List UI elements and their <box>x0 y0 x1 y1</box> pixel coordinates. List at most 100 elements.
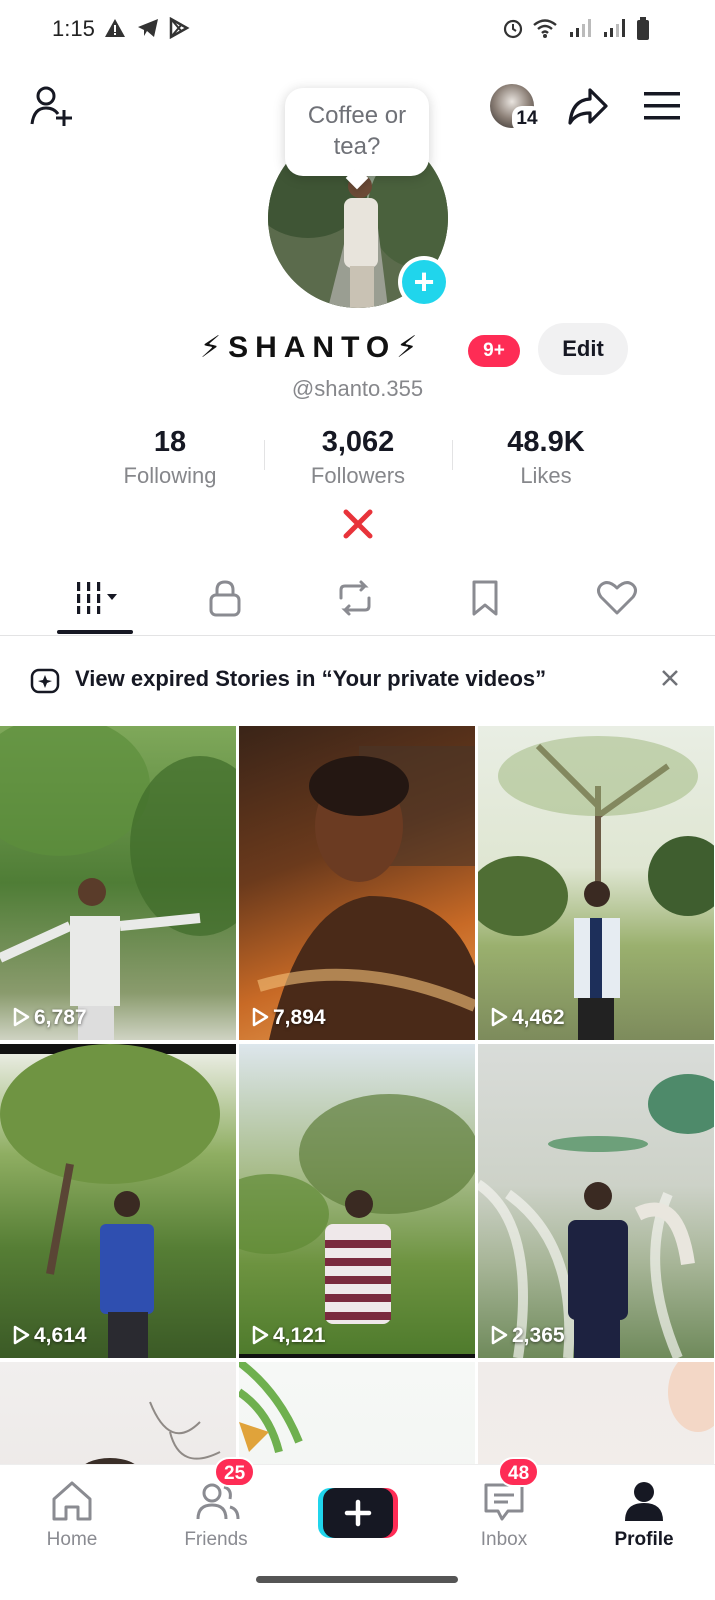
play-icon <box>13 1007 30 1027</box>
video-thumbnail[interactable] <box>0 1362 236 1466</box>
tab-private[interactable] <box>175 560 275 636</box>
note-bubble[interactable]: Coffee or tea? <box>285 88 429 176</box>
alarm-icon <box>503 19 523 39</box>
tab-liked[interactable] <box>565 560 665 636</box>
video-image <box>257 746 475 1040</box>
telegram-icon <box>138 19 158 37</box>
likes-label: Likes <box>520 463 572 488</box>
friends-count-badge: 14 <box>512 106 542 132</box>
view-count-value: 6,787 <box>34 1006 87 1029</box>
stat-following[interactable]: 18 Following <box>80 426 260 489</box>
video-thumbnail[interactable]: 4,614 <box>0 1044 236 1358</box>
stat-followers[interactable]: 3,062 Followers <box>268 426 448 489</box>
status-time: 1:15 <box>52 16 95 41</box>
profile-tabs <box>0 560 715 636</box>
likes-count: 48.9K <box>507 426 585 458</box>
tab-videos[interactable] <box>45 560 145 636</box>
video-image <box>478 1074 714 1358</box>
signal-icon-2 <box>604 19 625 37</box>
home-icon <box>52 1481 92 1521</box>
share-icon[interactable] <box>566 86 610 131</box>
nav-profile-label: Profile <box>614 1529 674 1550</box>
edit-profile-button[interactable]: Edit <box>538 323 628 375</box>
status-bar: 1:15 <box>0 0 715 58</box>
add-story-button[interactable]: + <box>398 256 450 308</box>
friends-avatar-button[interactable]: 14 <box>490 84 542 132</box>
followers-count: 3,062 <box>321 426 395 458</box>
video-image <box>478 736 714 1040</box>
bookmark-icon <box>472 580 498 616</box>
play-icon <box>252 1007 269 1027</box>
view-count-value: 4,121 <box>273 1324 326 1347</box>
battery-icon <box>637 17 649 40</box>
view-count: 2,365 <box>490 1324 565 1348</box>
video-thumbnail[interactable]: 7,894 <box>239 726 475 1040</box>
video-image <box>668 1362 714 1432</box>
notification-pill[interactable]: 9+ <box>468 335 520 367</box>
tab-reposts[interactable] <box>305 560 405 636</box>
play-icon <box>491 1007 508 1027</box>
grid-videos-icon <box>77 582 117 614</box>
play-store-icon <box>169 17 190 39</box>
video-image <box>239 1362 303 1454</box>
close-red-icon[interactable] <box>342 508 374 545</box>
nav-inbox-label: Inbox <box>480 1529 528 1550</box>
video-image <box>0 726 236 1040</box>
view-count: 6,787 <box>12 1006 87 1030</box>
inbox-badge: 48 <box>498 1457 540 1487</box>
friends-badge: 25 <box>214 1457 256 1487</box>
video-grid: 6,787 7,894 4,462 4,614 4,121 2,365 <box>0 726 715 1466</box>
play-icon <box>252 1325 269 1345</box>
create-plus-icon <box>318 1488 398 1538</box>
add-friend-icon[interactable] <box>28 84 76 133</box>
expired-stories-banner[interactable]: View expired Stories in “Your private vi… <box>0 644 715 712</box>
username-handle: @shanto.355 <box>291 376 424 401</box>
view-count-value: 4,462 <box>512 1006 565 1029</box>
tab-favorites[interactable] <box>435 560 535 636</box>
menu-icon[interactable] <box>642 90 682 127</box>
video-image <box>0 1044 236 1358</box>
view-count-value: 4,614 <box>34 1324 87 1347</box>
play-icon <box>13 1325 30 1345</box>
video-thumbnail[interactable]: 4,121 <box>239 1044 475 1358</box>
lock-icon <box>209 580 241 617</box>
banner-text: View expired Stories in “Your private vi… <box>75 666 547 691</box>
followers-label: Followers <box>310 463 406 488</box>
play-icon <box>491 1325 508 1345</box>
video-thumbnail[interactable]: 2,365 <box>478 1044 714 1358</box>
view-count-value: 7,894 <box>273 1006 326 1029</box>
active-tab-indicator <box>57 630 133 634</box>
profile-icon <box>625 1482 663 1521</box>
view-count-value: 2,365 <box>512 1324 565 1347</box>
warning-icon <box>105 19 125 37</box>
note-bubble-text: Coffee or tea? <box>307 102 407 160</box>
nav-home-label: Home <box>46 1529 98 1550</box>
wifi-icon <box>533 19 557 38</box>
home-indicator[interactable] <box>256 1576 458 1583</box>
plus-icon: + <box>402 260 446 304</box>
heart-icon <box>597 581 637 615</box>
video-thumbnail[interactable]: 6,787 <box>0 726 236 1040</box>
following-count: 18 <box>153 426 187 458</box>
nav-friends-label: Friends <box>184 1529 248 1550</box>
repost-icon <box>339 580 371 616</box>
signal-icon <box>570 19 591 37</box>
close-icon[interactable] <box>660 668 680 688</box>
create-button[interactable] <box>318 1486 398 1540</box>
following-label: Following <box>123 463 217 488</box>
divider <box>452 440 453 470</box>
video-thumbnail[interactable]: 4,462 <box>478 726 714 1040</box>
display-name: ⚡SHANTO⚡ <box>200 331 425 364</box>
video-thumbnail[interactable] <box>239 1362 475 1466</box>
view-count: 7,894 <box>251 1006 326 1030</box>
divider <box>264 440 265 470</box>
story-sparkle-icon <box>30 668 60 694</box>
video-thumbnail[interactable] <box>478 1362 714 1466</box>
stat-likes[interactable]: 48.9K Likes <box>456 426 636 489</box>
nav-home[interactable]: Home <box>12 1465 132 1565</box>
nav-profile[interactable]: Profile <box>584 1465 704 1565</box>
view-count: 4,614 <box>12 1324 87 1348</box>
view-count: 4,462 <box>490 1006 565 1030</box>
video-image <box>82 1401 221 1466</box>
video-image <box>239 1094 475 1358</box>
